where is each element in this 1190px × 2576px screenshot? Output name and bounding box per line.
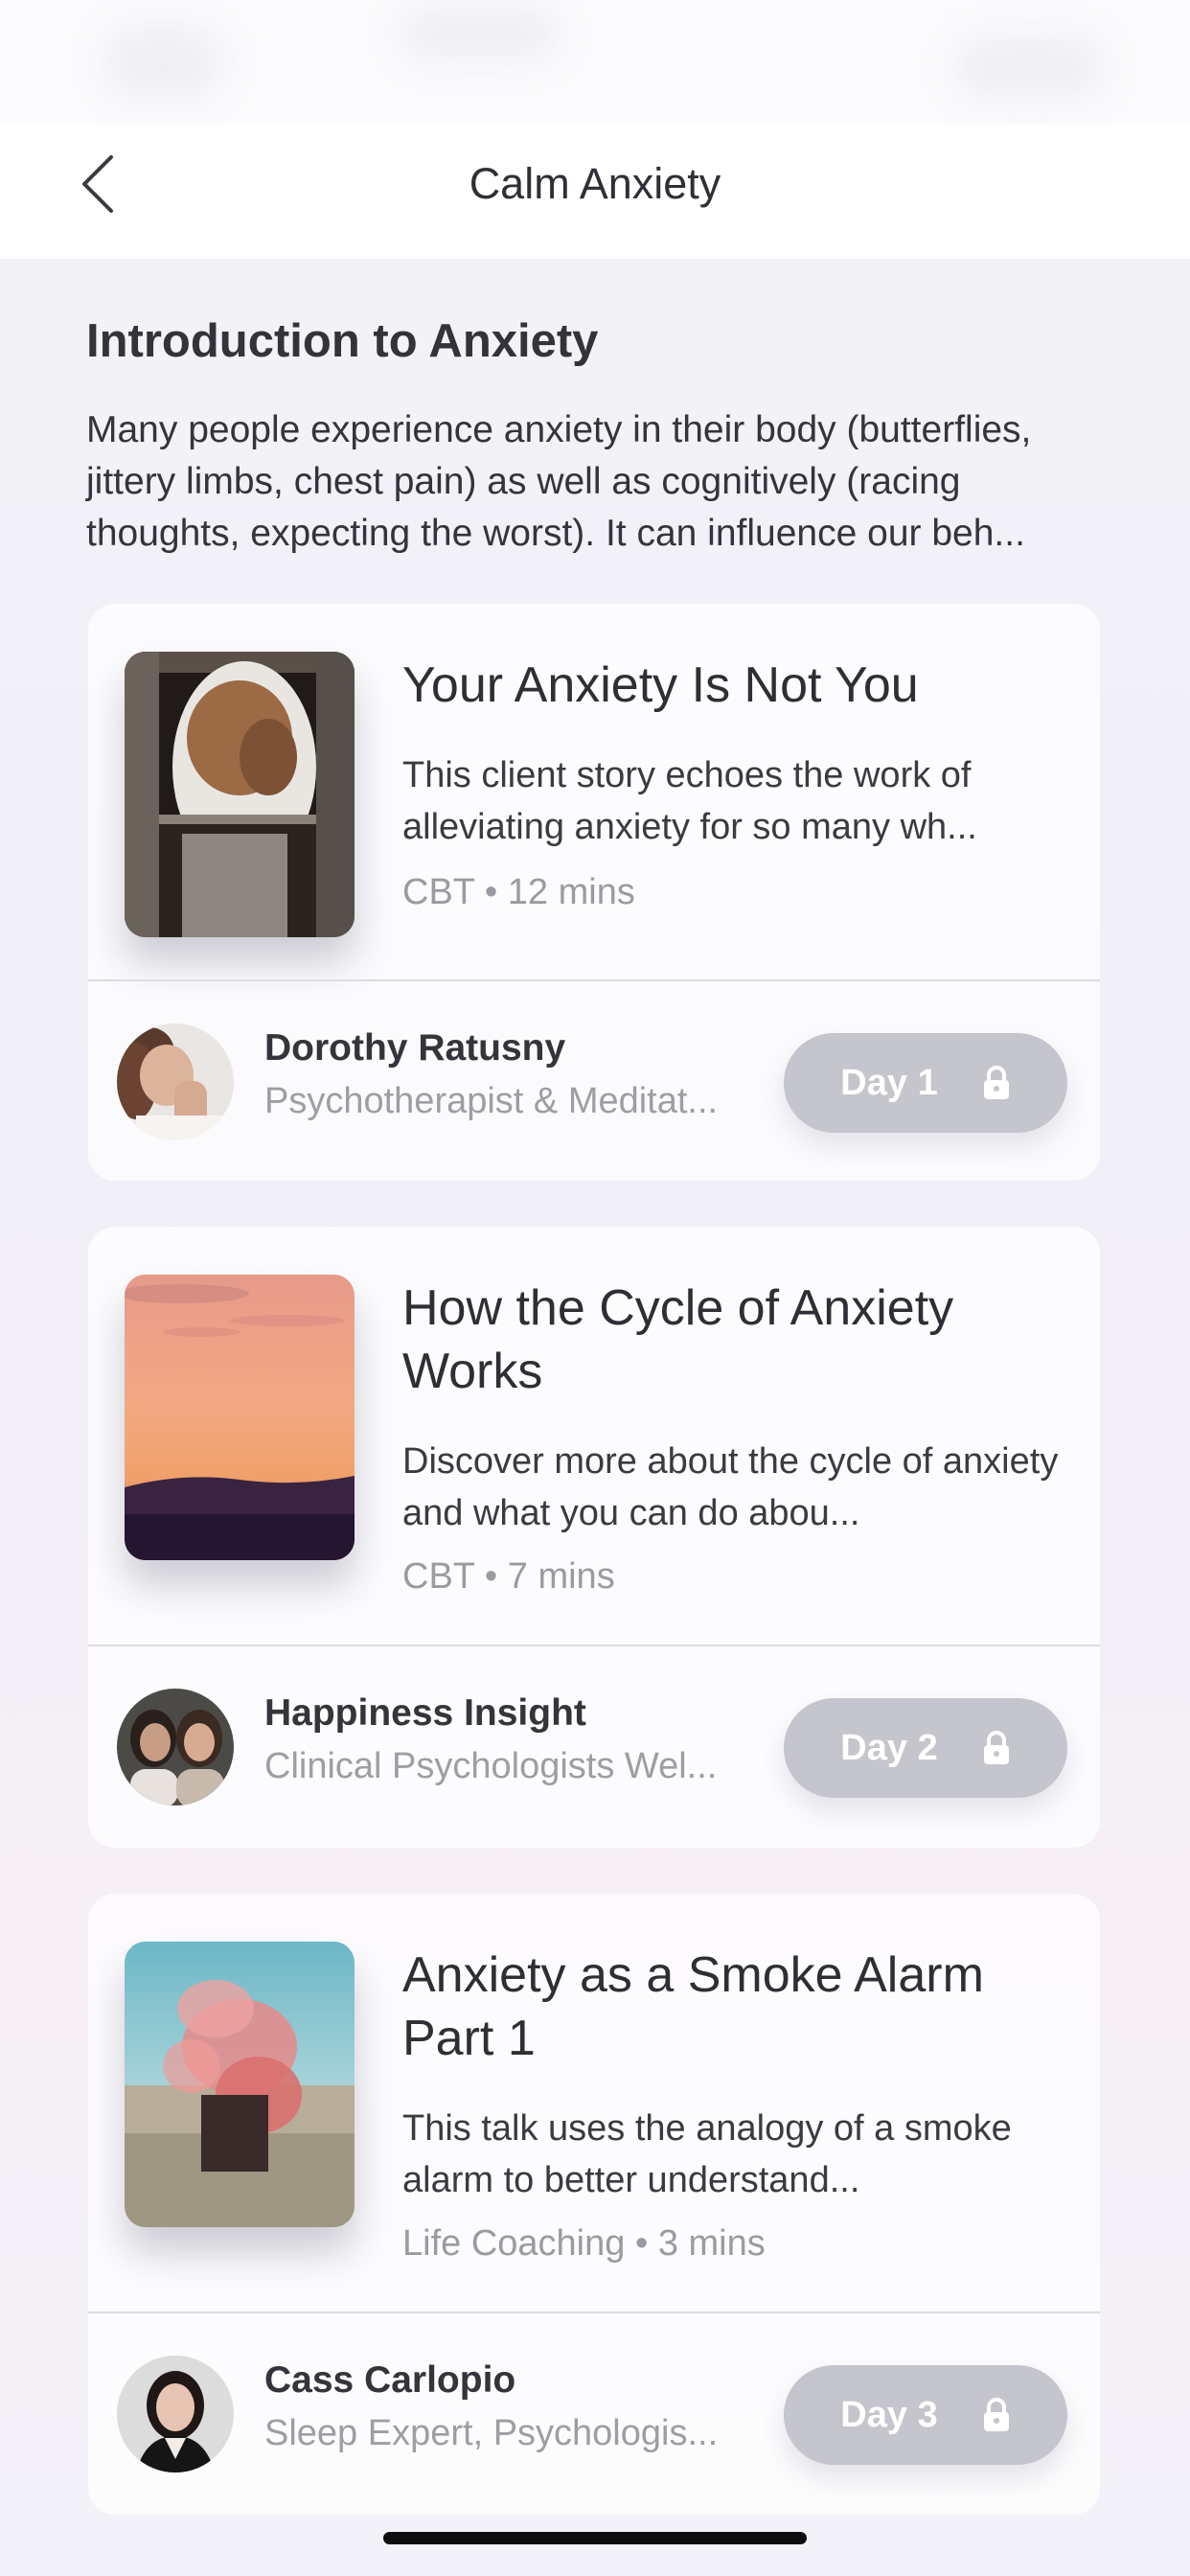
section-title: Introduction to Anxiety xyxy=(86,315,599,367)
session-thumbnail xyxy=(125,1942,355,2227)
session-title: Your Anxiety Is Not You xyxy=(402,657,919,713)
avatar xyxy=(117,1689,234,1806)
author-role: Psychotherapist & Meditat... xyxy=(264,1081,719,1121)
session-meta: CBT • 12 mins xyxy=(402,872,635,913)
session-thumbnail xyxy=(125,652,355,937)
day-2-button[interactable]: Day 2 xyxy=(784,1698,1067,1798)
session-meta: CBT • 7 mins xyxy=(402,1556,615,1598)
session-category: CBT xyxy=(402,1556,475,1597)
day-1-button[interactable]: Day 1 xyxy=(784,1033,1067,1133)
author-row: Cass Carlopio Sleep Expert, Psychologis.… xyxy=(88,2313,1100,2515)
session-description: Discover more about the cycle of anxiety… xyxy=(402,1441,1059,1533)
lock-icon xyxy=(983,1066,1009,1099)
page-title: Calm Anxiety xyxy=(469,159,721,208)
session-card[interactable]: Your Anxiety Is Not You This client stor… xyxy=(88,604,1100,1181)
navigation-bar: Calm Anxiety xyxy=(0,125,1190,259)
avatar xyxy=(117,2356,234,2472)
author-role: Sleep Expert, Psychologis... xyxy=(264,2413,719,2453)
home-indicator[interactable] xyxy=(383,2532,807,2544)
lock-icon xyxy=(983,2398,1009,2431)
session-duration: 3 mins xyxy=(657,2223,766,2264)
author-row: Dorothy Ratusny Psychotherapist & Medita… xyxy=(88,981,1100,1181)
session-description: This talk uses the analogy of a smoke al… xyxy=(402,2108,1012,2200)
session-category: Life Coaching xyxy=(402,2223,626,2264)
session-category: CBT xyxy=(402,872,475,912)
avatar xyxy=(117,1024,234,1140)
meta-separator-dot: • xyxy=(634,2223,658,2264)
session-meta: Life Coaching • 3 mins xyxy=(402,2223,766,2265)
meta-separator-dot: • xyxy=(484,1556,508,1597)
section-description[interactable]: Many people experience anxiety in their … xyxy=(86,404,1121,560)
session-thumbnail xyxy=(125,1275,355,1560)
session-duration: 12 mins xyxy=(507,872,635,912)
session-card[interactable]: Anxiety as a Smoke Alarm Part 1 This tal… xyxy=(88,1894,1100,2515)
author-row: Happiness Insight Clinical Psychologists… xyxy=(88,1646,1100,1848)
author-role: Clinical Psychologists Wel... xyxy=(264,1746,718,1786)
day-label: Day 1 xyxy=(840,1062,938,1103)
day-3-button[interactable]: Day 3 xyxy=(784,2365,1067,2465)
meta-separator-dot: • xyxy=(484,872,508,912)
session-description: This client story echoes the work of all… xyxy=(402,755,977,847)
session-title: How the Cycle of Anxiety Works xyxy=(402,1280,954,1399)
lock-icon xyxy=(983,1731,1009,1764)
author-name: Happiness Insight xyxy=(264,1692,586,1734)
author-name: Dorothy Ratusny xyxy=(264,1027,566,1069)
session-duration: 7 mins xyxy=(507,1556,615,1597)
status-bar xyxy=(0,0,1190,125)
day-label: Day 2 xyxy=(840,1727,938,1768)
session-card[interactable]: How the Cycle of Anxiety Works Discover … xyxy=(88,1227,1100,1848)
session-title: Anxiety as a Smoke Alarm Part 1 xyxy=(402,1947,984,2066)
author-name: Cass Carlopio xyxy=(264,2359,516,2401)
day-label: Day 3 xyxy=(840,2394,938,2435)
